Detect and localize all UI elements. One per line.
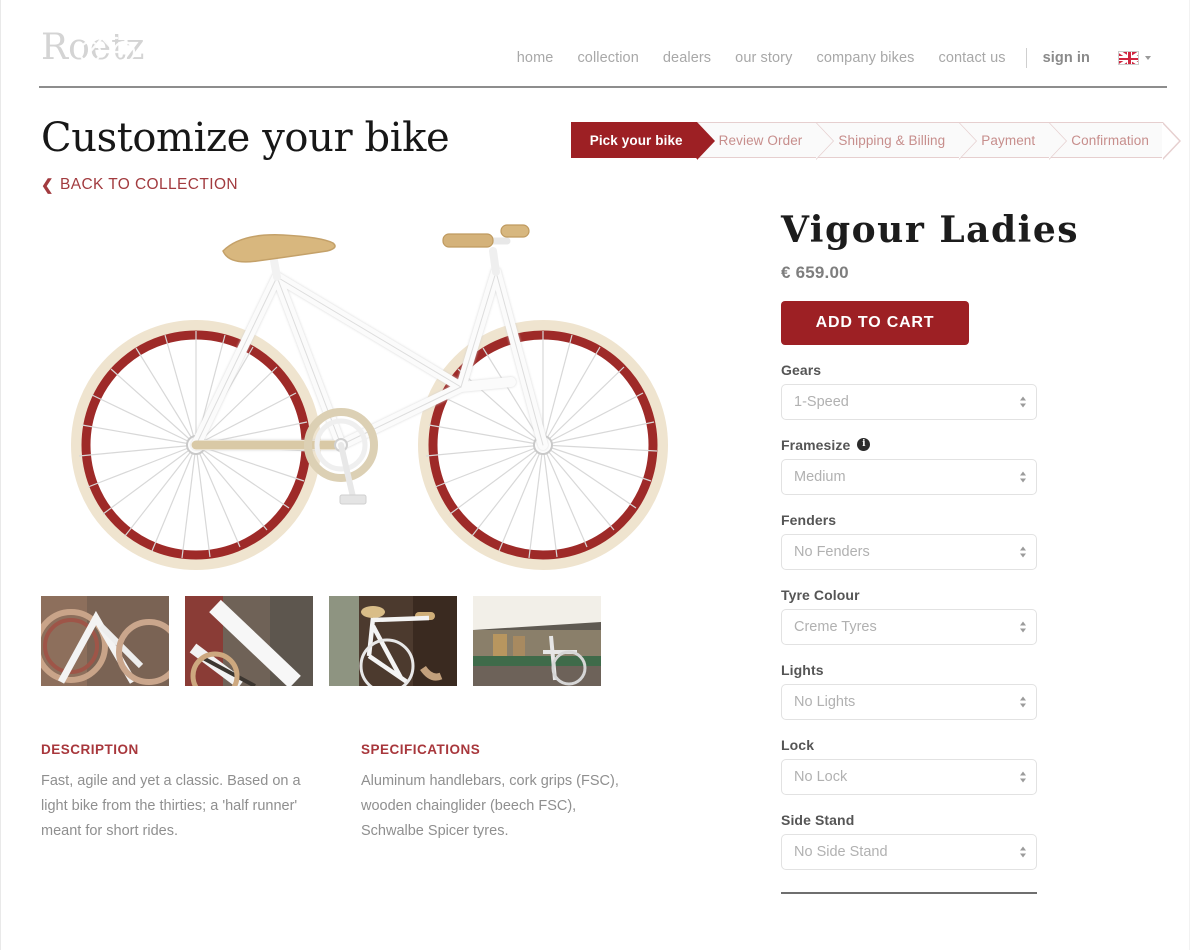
tyre-colour-select[interactable]: Creme Tyres (781, 608, 1037, 645)
step-label: Shipping & Billing (838, 132, 946, 148)
step-pick-your-bike[interactable]: Pick your bike (570, 122, 715, 160)
configurator-divider (781, 891, 1037, 894)
select-spinner-icon (1020, 621, 1026, 632)
option-label: Fenders (781, 512, 1081, 528)
thumbnail-2[interactable] (185, 595, 313, 686)
select-spinner-icon (1020, 771, 1026, 782)
option-label-text: Tyre Colour (781, 586, 860, 603)
info-icon[interactable]: i (857, 438, 871, 451)
framesize-selected-value: Medium (794, 468, 846, 485)
chevron-left-icon: ❮ (41, 176, 54, 194)
specifications-block: SPECIFICATIONS Aluminum handlebars, cork… (361, 742, 681, 844)
select-spinner-icon (1020, 696, 1026, 707)
option-field-fenders: Fenders No Fenders (781, 512, 1081, 570)
fenders-selected-value: No Fenders (794, 543, 870, 560)
specifications-heading: SPECIFICATIONS (361, 741, 481, 757)
add-to-cart-button[interactable]: ADD TO CART (781, 300, 969, 345)
framesize-select[interactable]: Medium (781, 458, 1037, 495)
page-title: Customize your bike (41, 115, 450, 161)
thumbnail-4[interactable] (473, 595, 601, 686)
option-label: Tyre Colour (781, 587, 1081, 603)
fenders-select[interactable]: No Fenders (781, 533, 1037, 570)
logo-text: Roetz (41, 27, 145, 68)
option-label: Gears (781, 362, 1081, 378)
specifications-body: Aluminum handlebars, cork grips (FSC), w… (361, 772, 619, 839)
step-label: Confirmation (1071, 132, 1149, 148)
step-shipping-billing[interactable]: Shipping & Billing (816, 122, 978, 160)
back-to-collection-link[interactable]: ❮ BACK TO COLLECTION (41, 176, 238, 194)
option-label-text: Side Stand (781, 811, 855, 828)
nav-divider (1025, 48, 1027, 68)
title-block: Customize your bike ❮ BACK TO COLLECTION (41, 114, 450, 195)
step-arrow-inner (958, 123, 976, 159)
step-arrow-inner (695, 123, 713, 159)
option-field-lock: Lock No Lock (781, 737, 1081, 795)
step-arrow-inner (1162, 123, 1180, 159)
thumbnail-strip (41, 595, 746, 686)
back-link-label: BACK TO COLLECTION (59, 176, 239, 193)
nav-item-company-bikes[interactable]: company bikes (804, 50, 926, 66)
lights-select[interactable]: No Lights (781, 683, 1037, 720)
checkout-progress-steps: Pick your bike Review Order Shipping & B… (570, 122, 1181, 160)
nav-item-contact-us[interactable]: contact us (926, 50, 1017, 66)
sign-in-link[interactable]: sign in (1029, 50, 1102, 66)
nav-item-dealers[interactable]: dealers (651, 50, 723, 66)
option-field-tyre-colour: Tyre Colour Creme Tyres (781, 587, 1081, 645)
lock-selected-value: No Lock (794, 768, 848, 785)
side-stand-select[interactable]: No Side Stand (781, 833, 1037, 870)
page-root: Roetz home collection dealers our story … (0, 0, 1190, 950)
step-label: Review Order (718, 132, 803, 148)
nav-item-our-story[interactable]: our story (723, 50, 804, 66)
select-spinner-icon (1020, 396, 1026, 407)
language-selector[interactable] (1102, 51, 1151, 65)
main-navigation: home collection dealers our story compan… (505, 48, 1151, 68)
step-label: Payment (981, 132, 1036, 148)
select-spinner-icon (1020, 546, 1026, 557)
select-spinner-icon (1020, 846, 1026, 857)
product-price: € 659.00 (781, 262, 849, 282)
option-field-gears: Gears 1-Speed (781, 362, 1081, 420)
description-body: Fast, agile and yet a classic. Based on … (41, 772, 301, 839)
option-label: Lights (781, 662, 1081, 678)
gears-selected-value: 1-Speed (794, 393, 849, 410)
option-label: Lock (781, 737, 1081, 753)
option-label-text: Lock (781, 736, 815, 753)
lock-select[interactable]: No Lock (781, 758, 1037, 795)
hero-bike-image[interactable] (41, 217, 701, 592)
step-arrow-inner (815, 123, 833, 159)
main-content: DESCRIPTION Fast, agile and yet a classi… (1, 209, 1189, 894)
product-configurator: Vigour Ladies € 659.00 ADD TO CART Gears… (781, 209, 1081, 894)
product-info-columns: DESCRIPTION Fast, agile and yet a classi… (41, 742, 746, 844)
option-label-text: Lights (781, 661, 824, 678)
nav-item-home[interactable]: home (505, 50, 566, 66)
thumbnail-1[interactable] (41, 595, 169, 686)
option-label-text: Framesize (781, 436, 851, 453)
thumbnail-3[interactable] (329, 595, 457, 686)
option-field-lights: Lights No Lights (781, 662, 1081, 720)
site-logo[interactable]: Roetz (41, 26, 221, 72)
step-arrow-inner (1048, 123, 1066, 159)
product-title: Vigour Ladies (781, 208, 1079, 251)
chevron-down-icon (1145, 56, 1151, 60)
option-label-text: Fenders (781, 511, 837, 528)
gallery-column: DESCRIPTION Fast, agile and yet a classi… (41, 209, 746, 894)
option-label: Side Stand (781, 812, 1081, 828)
option-field-framesize: Framesize i Medium (781, 437, 1081, 495)
option-field-side-stand: Side Stand No Side Stand (781, 812, 1081, 870)
select-spinner-icon (1020, 471, 1026, 482)
option-label: Framesize i (781, 437, 1081, 453)
nav-item-collection[interactable]: collection (565, 50, 650, 66)
lights-selected-value: No Lights (794, 693, 856, 710)
tyre-colour-selected-value: Creme Tyres (794, 618, 877, 635)
description-heading: DESCRIPTION (41, 741, 139, 757)
step-label: Pick your bike (589, 132, 683, 148)
description-block: DESCRIPTION Fast, agile and yet a classi… (41, 742, 361, 844)
option-label-text: Gears (781, 361, 822, 378)
site-header: Roetz home collection dealers our story … (1, 0, 1189, 88)
side-stand-selected-value: No Side Stand (794, 843, 888, 860)
gears-select[interactable]: 1-Speed (781, 383, 1037, 420)
title-and-steps-row: Customize your bike ❮ BACK TO COLLECTION… (1, 88, 1189, 195)
uk-flag-icon (1118, 51, 1139, 65)
